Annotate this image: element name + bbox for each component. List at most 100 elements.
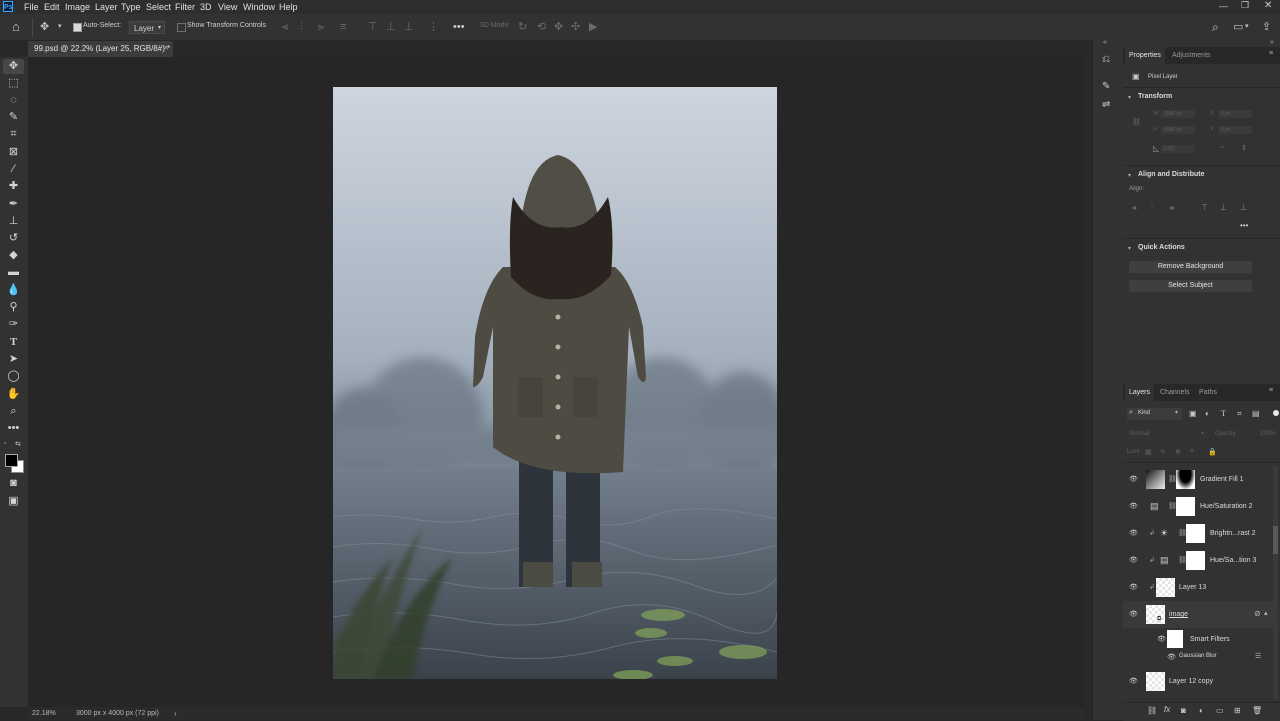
chevron-down-icon[interactable]: ▾ bbox=[1245, 14, 1249, 40]
close-icon[interactable]: ✕ bbox=[1264, 0, 1272, 11]
3d-roll-icon[interactable]: ⟲ bbox=[537, 14, 546, 40]
screen-mode-button[interactable]: ▣ bbox=[3, 494, 24, 509]
distribute-icon[interactable]: ≡ bbox=[340, 14, 346, 40]
blur-tool[interactable]: 💧 bbox=[3, 283, 24, 298]
layer-filter-dropdown[interactable]: ⌕ Kind ▾ bbox=[1127, 408, 1182, 420]
menu-window[interactable]: Window bbox=[243, 0, 275, 14]
chevron-down-icon[interactable]: ▾ bbox=[1128, 94, 1131, 101]
visibility-eye-icon[interactable]: 👁 bbox=[1129, 610, 1138, 619]
visibility-eye-icon[interactable]: 👁 bbox=[1157, 635, 1166, 644]
shape-tool[interactable]: ◯ bbox=[3, 369, 24, 384]
type-tool[interactable]: T bbox=[3, 335, 24, 350]
minimize-icon[interactable]: — bbox=[1219, 1, 1228, 11]
align-left-icon[interactable]: ⫷ bbox=[1132, 203, 1137, 213]
zoom-readout[interactable]: 22.18% bbox=[32, 707, 56, 720]
menu-edit[interactable]: Edit bbox=[44, 0, 60, 14]
3d-scale-icon[interactable]: ▶ bbox=[589, 14, 597, 40]
tab-adjustments[interactable]: Adjustments bbox=[1172, 47, 1211, 64]
pen-tool[interactable]: ✑ bbox=[3, 317, 24, 332]
layer-row[interactable]: 👁 Layer 12 copy bbox=[1123, 668, 1273, 695]
menu-3d[interactable]: 3D bbox=[200, 0, 212, 14]
lock-transparent-icon[interactable]: ▦ bbox=[1145, 448, 1152, 456]
filter-shape-icon[interactable]: ⌗ bbox=[1237, 409, 1242, 419]
3d-slide-icon[interactable]: ✣ bbox=[571, 14, 580, 40]
new-adjustment-layer-icon[interactable]: ◐ bbox=[1199, 706, 1204, 715]
visibility-eye-icon[interactable]: 👁 bbox=[1129, 529, 1138, 538]
layer-row[interactable]: 👁 ▤ ⛓ Hue/Saturation 2 bbox=[1123, 493, 1273, 520]
remove-background-button[interactable]: Remove Background bbox=[1129, 261, 1252, 273]
opacity-field[interactable]: 100% bbox=[1258, 429, 1278, 441]
distribute-vertical-icon[interactable]: ⋮ bbox=[428, 14, 439, 40]
clone-stamp-tool[interactable]: ⊥ bbox=[3, 214, 24, 229]
menu-help[interactable]: Help bbox=[279, 0, 298, 14]
menu-type[interactable]: Type bbox=[121, 0, 141, 14]
blend-mode-dropdown[interactable]: Normal ▾ bbox=[1127, 429, 1209, 441]
more-options-icon[interactable]: ••• bbox=[453, 14, 465, 40]
align-middle-icon[interactable]: ⊥ bbox=[1220, 203, 1227, 212]
y-field[interactable]: 0 px bbox=[1218, 126, 1252, 134]
filter-type-icon[interactable]: T bbox=[1221, 409, 1226, 418]
smart-filters-row[interactable]: 👁 Smart Filters bbox=[1123, 628, 1273, 650]
share-icon[interactable]: ⇪ bbox=[1262, 14, 1271, 40]
width-field[interactable]: 3000 px bbox=[1161, 110, 1195, 118]
delete-layer-icon[interactable]: 🗑 bbox=[1252, 706, 1262, 715]
default-colors-icon[interactable]: ▫ bbox=[4, 441, 6, 447]
align-section-title[interactable]: Align and Distribute bbox=[1138, 171, 1205, 178]
align-top-edges-icon[interactable]: ⊤ bbox=[368, 14, 378, 40]
brush-tool[interactable]: ✒ bbox=[3, 197, 24, 212]
collapse-panels-icon[interactable]: » bbox=[1270, 39, 1274, 46]
new-layer-icon[interactable]: ⊞ bbox=[1234, 706, 1241, 715]
collapse-dock-icon[interactable]: « bbox=[1103, 39, 1107, 46]
align-bottom-icon[interactable]: ⊥ bbox=[1240, 203, 1247, 212]
new-group-icon[interactable]: ▭ bbox=[1216, 706, 1224, 715]
layer-row[interactable]: 👁 ↲ ▤ ⛓ Hue/Sa...tion 3 bbox=[1123, 547, 1273, 574]
move-tool-icon[interactable]: ✥ bbox=[40, 14, 49, 40]
auto-select-target-dropdown[interactable]: Layer ▾ bbox=[129, 21, 165, 34]
visibility-eye-icon[interactable]: 👁 bbox=[1129, 475, 1138, 484]
document-canvas-image[interactable] bbox=[333, 87, 777, 679]
maximize-icon[interactable]: ❐ bbox=[1241, 0, 1249, 11]
link-layers-icon[interactable]: ⛓ bbox=[1147, 706, 1157, 715]
path-selection-tool[interactable]: ➤ bbox=[3, 352, 24, 367]
visibility-eye-icon[interactable]: 👁 bbox=[1167, 653, 1176, 662]
lock-all-icon[interactable]: 🔒 bbox=[1208, 448, 1217, 456]
align-right-edges-icon[interactable]: ⫸ bbox=[318, 14, 324, 40]
home-icon[interactable]: ⌂ bbox=[12, 14, 20, 40]
layer-row[interactable]: 👁 ↲ Layer 13 bbox=[1123, 574, 1273, 601]
brush-settings-icon[interactable]: ✎ bbox=[1102, 81, 1110, 92]
visibility-eye-icon[interactable]: 👁 bbox=[1129, 677, 1138, 686]
adjustments-icon[interactable]: ⇌ bbox=[1102, 99, 1110, 110]
smart-filter-row[interactable]: 👁 Gaussian Blur ☰ bbox=[1123, 650, 1273, 664]
angle-field[interactable]: 0.00° bbox=[1161, 145, 1195, 153]
move-tool[interactable]: ✥ bbox=[3, 59, 24, 74]
menu-layer[interactable]: Layer bbox=[95, 0, 118, 14]
document-tab[interactable]: 99.psd @ 22.2% (Layer 25, RGB/8#) * ✕ bbox=[28, 41, 173, 57]
eyedropper-tool[interactable]: ⁄ bbox=[3, 162, 24, 177]
hand-tool[interactable]: ✋ bbox=[3, 387, 24, 402]
add-layer-style-icon[interactable]: fx bbox=[1164, 705, 1170, 714]
chevron-down-icon[interactable]: ▾ bbox=[58, 14, 62, 40]
eraser-tool[interactable]: ◆ bbox=[3, 248, 24, 263]
chevron-down-icon[interactable]: ▾ bbox=[1128, 172, 1131, 179]
panel-menu-icon[interactable]: ≡ bbox=[1269, 387, 1273, 394]
workspace-icon[interactable]: ▭ bbox=[1233, 14, 1243, 40]
x-field[interactable]: 0 px bbox=[1218, 110, 1252, 118]
zoom-tool[interactable]: ⌕ bbox=[3, 404, 24, 419]
select-subject-button[interactable]: Select Subject bbox=[1129, 280, 1252, 292]
collapse-effects-icon[interactable]: ▴ bbox=[1264, 609, 1268, 617]
lock-image-icon[interactable]: ✎ bbox=[1160, 448, 1166, 456]
flip-vertical-icon[interactable]: ⇕ bbox=[1241, 144, 1247, 152]
3d-rotate-icon[interactable]: ↻ bbox=[518, 14, 527, 40]
foreground-color-swatch[interactable] bbox=[5, 454, 18, 467]
lock-artboard-icon[interactable]: ⌗ bbox=[1190, 448, 1194, 456]
align-left-edges-icon[interactable]: ⫷ bbox=[282, 14, 288, 40]
edit-toolbar-button[interactable]: ••• bbox=[3, 421, 24, 436]
align-vertical-centers-icon[interactable]: ⊥ bbox=[386, 14, 396, 40]
status-menu-chevron-icon[interactable]: › bbox=[174, 707, 177, 720]
more-align-options-icon[interactable]: ••• bbox=[1240, 221, 1248, 230]
layer-row[interactable]: 👁 ↲ ☀ ⛓ Brightn...rast 2 bbox=[1123, 520, 1273, 547]
layers-scrollbar[interactable] bbox=[1273, 466, 1278, 700]
link-icon[interactable]: ⛓ bbox=[1132, 118, 1141, 126]
scrollbar-thumb[interactable] bbox=[1273, 526, 1278, 554]
frame-tool[interactable]: ⊠ bbox=[3, 145, 24, 160]
